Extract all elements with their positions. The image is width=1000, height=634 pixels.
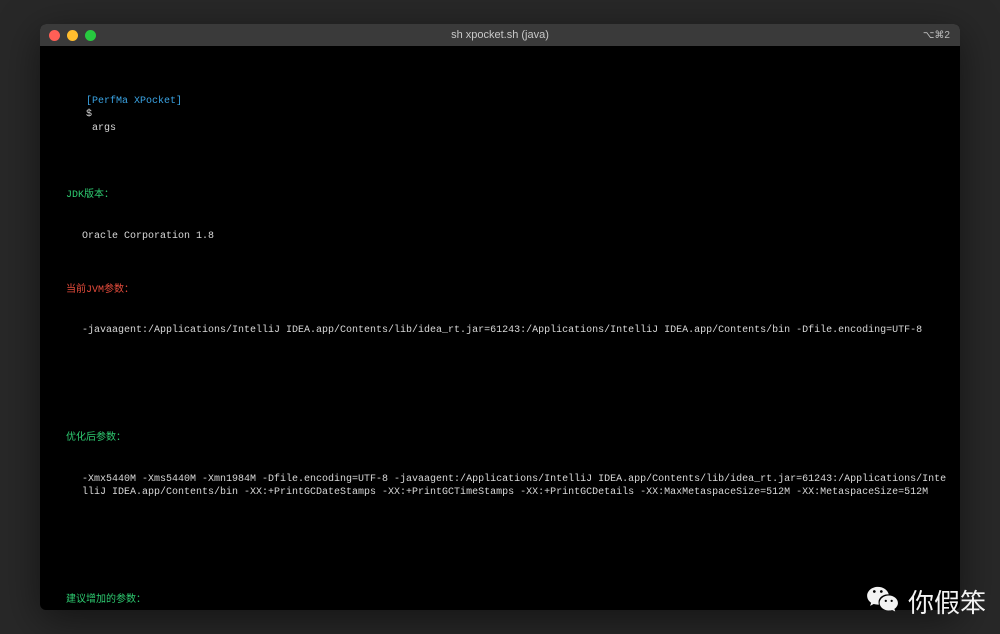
minimize-icon[interactable] xyxy=(67,30,78,41)
terminal-content[interactable]: [PerfMa XPocket] $ args JDK版本： Oracle Co… xyxy=(40,46,960,610)
watermark-text: 你假笨 xyxy=(908,583,986,620)
prompt-dollar: $ xyxy=(86,109,92,120)
maximize-icon[interactable] xyxy=(85,30,96,41)
current-jvm-label: 当前JVM参数： xyxy=(50,284,950,298)
titlebar: sh xpocket.sh (java) ⌥⌘2 xyxy=(40,24,960,46)
prompt-label: [PerfMa XPocket] xyxy=(86,96,182,107)
command-text: args xyxy=(92,123,116,134)
suggest-label: 建议增加的参数： xyxy=(50,594,950,608)
current-jvm-value: -javaagent:/Applications/IntelliJ IDEA.a… xyxy=(50,324,950,338)
titlebar-indicator: ⌥⌘2 xyxy=(923,30,950,41)
terminal-window: sh xpocket.sh (java) ⌥⌘2 [PerfMa XPocket… xyxy=(40,24,960,610)
close-icon[interactable] xyxy=(49,30,60,41)
jdk-label: JDK版本： xyxy=(50,189,950,203)
traffic-lights xyxy=(40,30,96,41)
jdk-value: Oracle Corporation 1.8 xyxy=(50,230,950,244)
optimized-label: 优化后参数： xyxy=(50,432,950,446)
window-title: sh xpocket.sh (java) xyxy=(40,29,960,41)
optimized-value: -Xmx5440M -Xms5440M -Xmn1984M -Dfile.enc… xyxy=(50,473,950,500)
watermark: 你假笨 xyxy=(866,583,986,620)
wechat-icon xyxy=(866,585,900,618)
